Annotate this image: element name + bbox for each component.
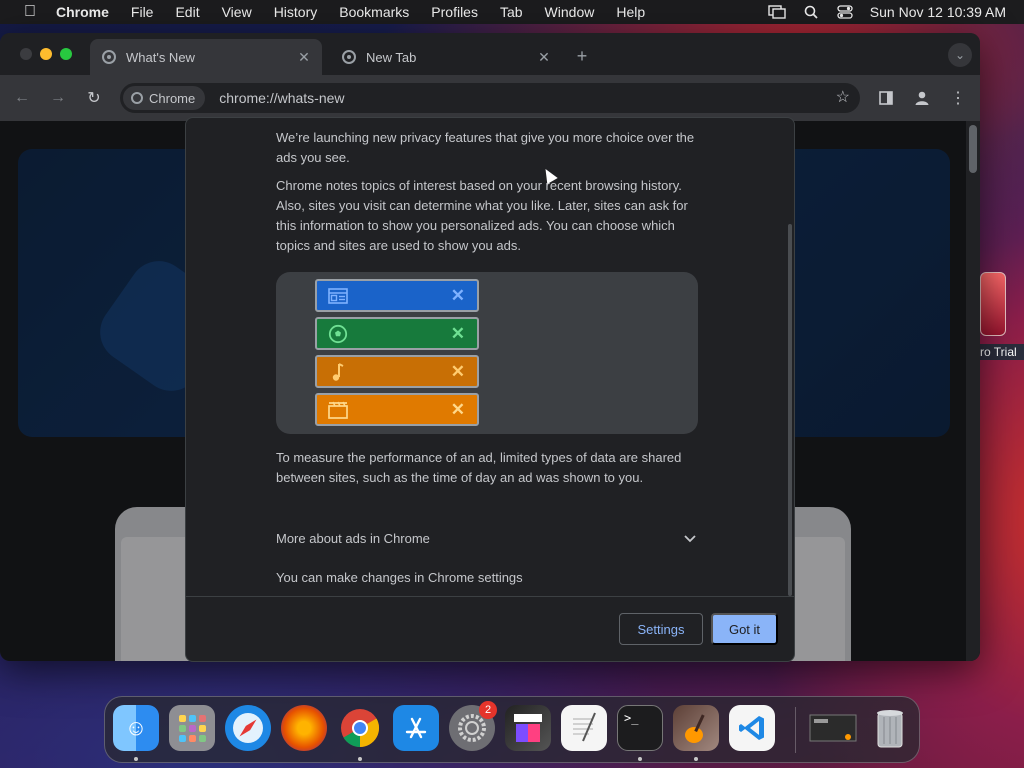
topic-row-sports: ✕ [315, 317, 479, 350]
more-about-ads-expander[interactable]: More about ads in Chrome [276, 528, 696, 550]
close-icon: ✕ [450, 361, 465, 381]
topic-row-news: ✕ [315, 279, 479, 312]
bookmark-star-icon[interactable]: ☆ [836, 87, 850, 107]
running-indicator [694, 757, 698, 761]
more-about-ads-label: More about ads in Chrome [276, 531, 430, 546]
chrome-logo-icon [131, 92, 143, 104]
dock-firefox-icon[interactable] [281, 705, 327, 751]
window-close-button[interactable] [20, 48, 32, 60]
tab-new-tab[interactable]: New Tab ✕ [330, 39, 562, 75]
running-indicator [358, 757, 362, 761]
forward-arrow-icon[interactable]: → [46, 86, 70, 110]
menubar-clock[interactable]: Sun Nov 12 10:39 AM [870, 4, 1006, 20]
browser-toolbar: ← → ↻ Chrome chrome://whats-new ☆ ⋮ [0, 75, 980, 121]
spotlight-search-icon[interactable] [802, 5, 820, 19]
dialog-body: We’re launching new privacy features tha… [186, 118, 794, 596]
control-center-icon[interactable] [836, 5, 854, 19]
dialog-paragraph-topics: Chrome notes topics of interest based on… [276, 178, 688, 253]
dock-garageband-icon[interactable] [673, 705, 719, 751]
dialog-paragraph-intro: We’re launching new privacy features tha… [276, 130, 695, 165]
menu-file[interactable]: File [131, 4, 154, 20]
new-tab-plus-icon[interactable]: + [570, 44, 594, 68]
chrome-favicon-icon [102, 50, 116, 64]
dock-terminal-icon[interactable]: >_ [617, 705, 663, 751]
menu-window[interactable]: Window [545, 4, 595, 20]
menu-edit[interactable]: Edit [175, 4, 199, 20]
dock-safari-icon[interactable] [225, 705, 271, 751]
profile-avatar-icon[interactable] [910, 86, 934, 110]
dialog-divider [186, 596, 794, 597]
desktop-app-icon[interactable] [980, 272, 1008, 340]
desktop-icon-label: ro Trial [978, 344, 1024, 360]
tab-search-chevron-icon[interactable]: ⌄ [948, 43, 972, 67]
music-note-icon [327, 362, 349, 382]
running-indicator [638, 757, 642, 761]
window-minimize-button[interactable] [40, 48, 52, 60]
dock-separator [795, 707, 796, 753]
topic-row-music: ✕ [315, 355, 479, 388]
dock-trash-icon[interactable] [867, 705, 913, 751]
chevron-down-icon[interactable] [684, 529, 696, 549]
dialog-paragraph-measurement: To measure the performance of an ad, lim… [276, 450, 682, 485]
site-info-chip[interactable]: Chrome [123, 86, 206, 110]
settings-button[interactable]: Settings [619, 613, 703, 645]
tab-title: What's New [126, 49, 195, 65]
page-scrollbar-thumb[interactable] [969, 125, 977, 173]
window-zoom-button[interactable] [60, 48, 72, 60]
dock-final-cut-pro-icon[interactable] [505, 705, 551, 751]
menu-bar:  Chrome File Edit View History Bookmark… [0, 0, 1024, 24]
close-icon: ✕ [450, 285, 465, 305]
clapperboard-icon [327, 400, 349, 420]
topic-row-movies: ✕ [315, 393, 479, 426]
menu-tab[interactable]: Tab [500, 4, 523, 20]
address-bar[interactable]: Chrome chrome://whats-new ☆ [120, 83, 860, 113]
close-icon: ✕ [450, 399, 465, 419]
menu-history[interactable]: History [274, 4, 318, 20]
tab-whats-new[interactable]: What's New ✕ [90, 39, 322, 75]
menu-bookmarks[interactable]: Bookmarks [339, 4, 409, 20]
dock-launchpad-icon[interactable] [169, 705, 215, 751]
close-icon: ✕ [450, 323, 465, 343]
tab-title: New Tab [366, 49, 417, 65]
url-text[interactable]: chrome://whats-new [219, 90, 344, 106]
dock-textedit-icon[interactable] [561, 705, 607, 751]
tab-close-icon[interactable]: ✕ [534, 47, 554, 67]
page-scrollbar[interactable] [966, 121, 980, 661]
back-arrow-icon[interactable]: ← [10, 86, 34, 110]
settings-hint-text: You can make changes in Chrome settings [276, 570, 523, 585]
newspaper-icon [327, 286, 349, 306]
site-chip-label: Chrome [149, 90, 196, 106]
menu-view[interactable]: View [222, 4, 252, 20]
tab-close-icon[interactable]: ✕ [294, 47, 314, 67]
dock-vscode-icon[interactable] [729, 705, 775, 751]
dialog-scrollbar[interactable] [788, 224, 792, 596]
apple-menu-icon[interactable]:  [18, 3, 42, 21]
running-indicator [134, 757, 138, 761]
reload-icon[interactable]: ↻ [82, 86, 106, 110]
got-it-button[interactable]: Got it [711, 613, 778, 645]
dock-chrome-icon[interactable] [337, 705, 383, 751]
menu-profiles[interactable]: Profiles [431, 4, 478, 20]
dock-app-store-icon[interactable] [393, 705, 439, 751]
side-panel-icon[interactable] [874, 86, 898, 110]
menu-help[interactable]: Help [616, 4, 645, 20]
notification-badge: 2 [479, 701, 497, 719]
menu-app-name[interactable]: Chrome [56, 4, 109, 20]
ad-privacy-dialog: We’re launching new privacy features tha… [185, 117, 795, 662]
dock: ☺ 2 >_ [104, 696, 920, 763]
tab-strip: What's New ✕ New Tab ✕ + ⌄ [0, 33, 980, 75]
chrome-favicon-icon [342, 50, 356, 64]
kebab-menu-icon[interactable]: ⋮ [946, 86, 970, 110]
screen-mirroring-icon[interactable] [768, 5, 786, 19]
dock-finder-icon[interactable]: ☺ [113, 705, 159, 751]
dock-screenshot-icon[interactable] [807, 705, 859, 751]
soccer-ball-icon [327, 324, 349, 344]
